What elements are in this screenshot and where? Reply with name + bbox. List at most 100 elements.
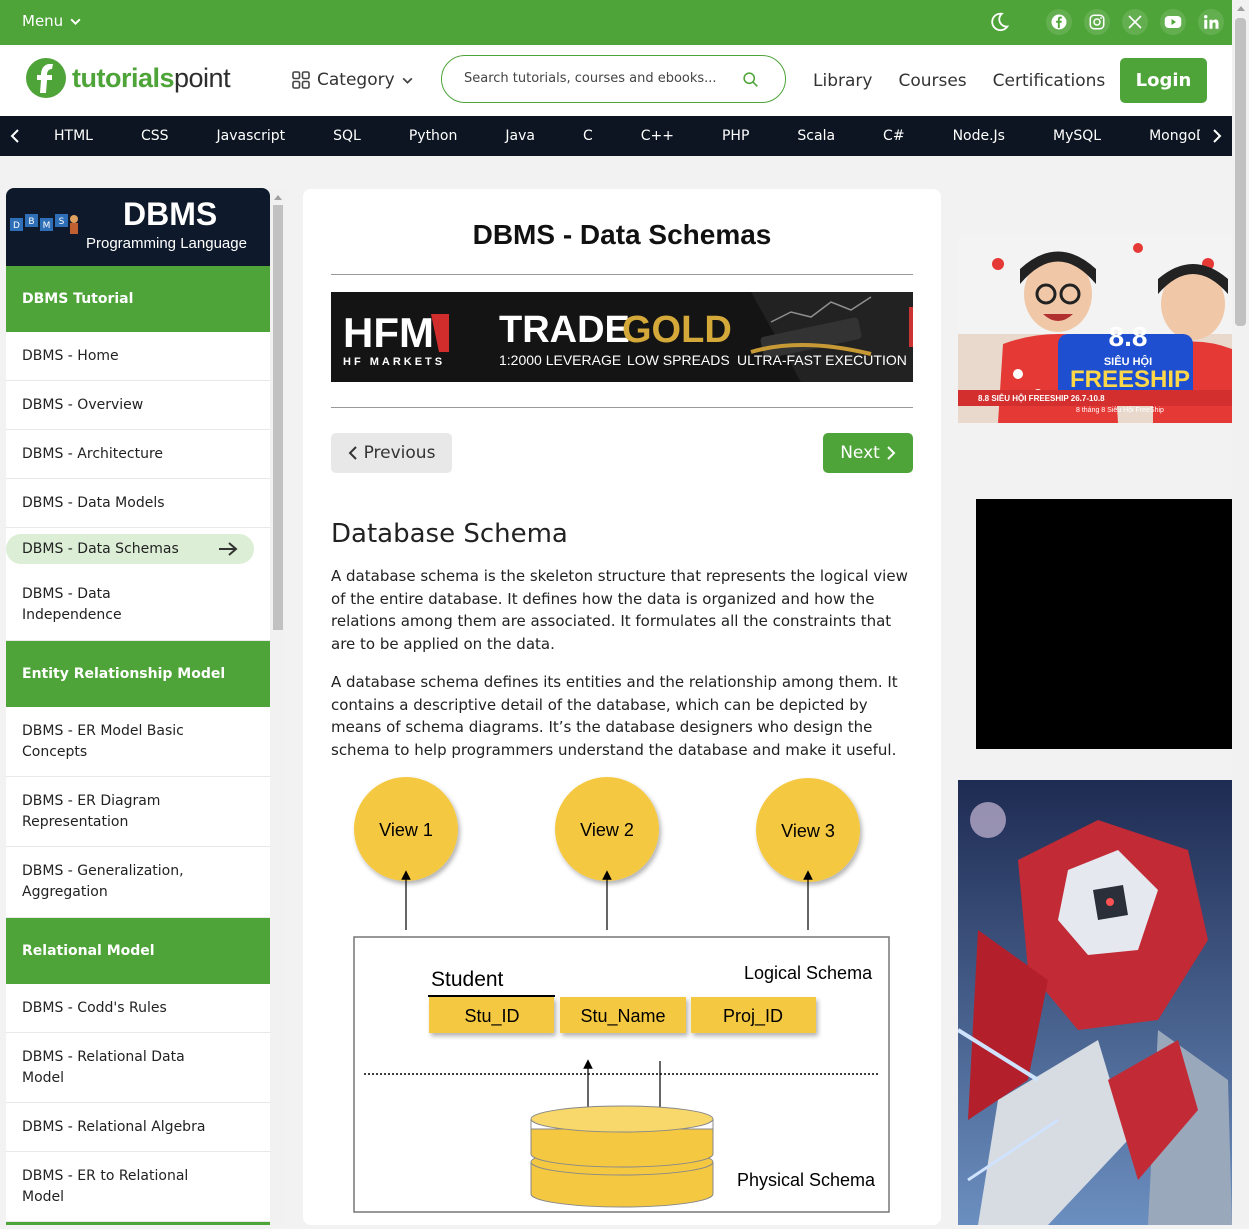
site-logo[interactable]: tutorialspoint (25, 57, 231, 99)
svg-text:D: D (13, 221, 20, 231)
sidebar-section-dbms-tutorial[interactable]: DBMS Tutorial (6, 266, 270, 332)
chevron-left-icon[interactable] (5, 126, 25, 146)
sidebar-item-data-models[interactable]: DBMS - Data Models (6, 479, 270, 528)
language-link-java[interactable]: Java (481, 128, 559, 144)
divider (331, 274, 913, 275)
database-cylinder-icon (530, 1105, 714, 1208)
sidebar-item-home[interactable]: DBMS - Home (6, 332, 270, 381)
freeship-brand: FREESHIP (1070, 366, 1190, 393)
sidebar-item-generalization[interactable]: DBMS - Generalization, Aggregation (6, 847, 270, 918)
divider (331, 407, 913, 408)
page-scrollbar-thumb[interactable] (1235, 18, 1246, 326)
paragraph-2: A database schema defines its entities a… (331, 673, 898, 759)
main-content: DBMS - Data Schemas HFM HF MARKETS TRADE… (303, 189, 941, 1225)
language-link-css[interactable]: CSS (117, 128, 193, 144)
language-link-c[interactable]: C (559, 128, 617, 144)
menu-label: Menu (22, 12, 64, 30)
nav-certifications[interactable]: Certifications (993, 71, 1106, 91)
freeship-footer-2: 8 tháng 8 Siêu Hội FreeShip (1076, 407, 1164, 414)
sidebar-item-er-basic[interactable]: DBMS - ER Model Basic Concepts (6, 707, 270, 777)
svg-text:S: S (59, 217, 65, 227)
chevron-left-icon (348, 446, 357, 460)
next-label: Next (840, 443, 880, 463)
facebook-icon[interactable] (1046, 9, 1072, 35)
logical-schema-label: Logical Schema (744, 963, 873, 983)
freeship-big-number: 8.8 (1109, 321, 1148, 352)
linkedin-icon[interactable] (1198, 9, 1224, 35)
sidebar-scrollbar-thumb[interactable] (273, 205, 283, 630)
schema-diagram-svg: View 1 View 2 View 3 Logical Schema Stud… (353, 777, 890, 1213)
language-link-node-js[interactable]: Node.Js (929, 128, 1029, 144)
login-button[interactable]: Login (1120, 58, 1207, 103)
language-link-c-[interactable]: C# (859, 128, 929, 144)
game-ad[interactable] (958, 780, 1232, 1225)
language-link-sql[interactable]: SQL (309, 128, 385, 144)
moon-icon[interactable] (986, 9, 1012, 35)
sidebar-item-architecture[interactable]: DBMS - Architecture (6, 430, 270, 479)
scroll-up-icon[interactable] (1236, 4, 1246, 12)
nav-library[interactable]: Library (813, 71, 872, 91)
category-dropdown[interactable]: Category (291, 70, 414, 90)
sidebar-item-data-schemas[interactable]: DBMS - Data Schemas (6, 534, 254, 564)
game-ad-graphic (958, 780, 1232, 1225)
chevron-down-icon (402, 77, 413, 84)
language-link-php[interactable]: PHP (698, 128, 773, 144)
freeship-ad[interactable]: 8.8 SIÊU HỘI FREESHIP 8.8 SIÊU HỘI FREES… (958, 234, 1232, 423)
instagram-icon[interactable] (1084, 9, 1110, 35)
svg-text:M: M (43, 221, 51, 231)
language-link-javascript[interactable]: Javascript (193, 128, 310, 144)
hfm-ad-banner[interactable]: HFM HF MARKETS TRADE GOLD 1:2000 LEVERAG… (331, 292, 913, 382)
sidebar-banner-subtitle: Programming Language (86, 235, 247, 252)
language-link-scala[interactable]: Scala (773, 128, 859, 144)
chevron-right-icon[interactable] (1207, 126, 1227, 146)
nav-courses[interactable]: Courses (898, 71, 966, 91)
previous-label: Previous (363, 443, 436, 463)
hfm-feature-2: LOW SPREADS (627, 352, 730, 368)
chevron-down-icon (70, 18, 81, 25)
x-icon[interactable] (1122, 9, 1148, 35)
grid-icon (292, 71, 310, 89)
svg-text:Stu_ID: Stu_ID (464, 1006, 519, 1027)
sidebar: D B M S DBMS Programming Language DBMS T… (6, 188, 270, 1225)
sidebar-section-er-model[interactable]: Entity Relationship Model (6, 641, 270, 707)
language-list: HTML CSS Javascript SQL Python Java C C++ PHP Sca… (30, 116, 1200, 156)
section-heading: Database Schema (331, 519, 568, 549)
previous-button[interactable]: Previous (331, 433, 452, 473)
sidebar-item-er-diagram[interactable]: DBMS - ER Diagram Representation (6, 777, 270, 847)
language-link-c-[interactable]: C++ (617, 128, 698, 144)
schema-diagram: View 1 View 2 View 3 Logical Schema Stud… (331, 774, 913, 1225)
sidebar-item-er-to-relational[interactable]: DBMS - ER to Relational Model (6, 1152, 270, 1222)
youtube-icon[interactable] (1160, 9, 1186, 35)
sidebar-item-overview[interactable]: DBMS - Overview (6, 381, 270, 430)
site-header: tutorialspoint Category Library Courses … (0, 45, 1232, 117)
language-link-mysql[interactable]: MySQL (1029, 128, 1125, 144)
search-icon[interactable] (742, 71, 759, 88)
hfm-headline-gold: GOLD (622, 309, 732, 351)
scroll-up-icon[interactable] (273, 193, 283, 201)
language-link-python[interactable]: Python (385, 128, 482, 144)
chevron-right-icon (887, 446, 896, 460)
sidebar-banner-title: DBMS (123, 196, 218, 232)
language-link-html[interactable]: HTML (30, 128, 117, 144)
language-link-mongodb[interactable]: MongoDB (1125, 128, 1200, 144)
video-ad-placeholder[interactable] (976, 499, 1232, 749)
view-2-label: View 2 (580, 820, 634, 840)
logo-mark-icon (26, 58, 66, 98)
next-button[interactable]: Next (823, 433, 913, 473)
sidebar-section-relational-model[interactable]: Relational Model (6, 918, 270, 984)
hfm-brand: HFM (343, 309, 434, 356)
physical-schema-label: Physical Schema (737, 1170, 876, 1190)
view-1-label: View 1 (379, 820, 433, 840)
sidebar-item-relational-algebra[interactable]: DBMS - Relational Algebra (6, 1103, 270, 1152)
menu-button[interactable]: Menu (22, 12, 82, 30)
view-3-label: View 3 (781, 821, 835, 841)
sidebar-item-data-independence[interactable]: DBMS - Data Independence (6, 570, 270, 641)
category-label: Category (317, 70, 395, 90)
sidebar-item-label: DBMS - Data Schemas (22, 540, 179, 557)
sidebar-item-relational-data-model[interactable]: DBMS - Relational Data Model (6, 1033, 270, 1103)
search-input[interactable] (462, 70, 736, 87)
hfm-feature-1: 1:2000 LEVERAGE (499, 352, 621, 368)
sidebar-item-codds-rules[interactable]: DBMS - Codd's Rules (6, 984, 270, 1033)
language-bar: HTML CSS Javascript SQL Python Java C C++ PHP Sca… (0, 116, 1232, 156)
dbms-letters-logo: D B M S (10, 214, 78, 234)
